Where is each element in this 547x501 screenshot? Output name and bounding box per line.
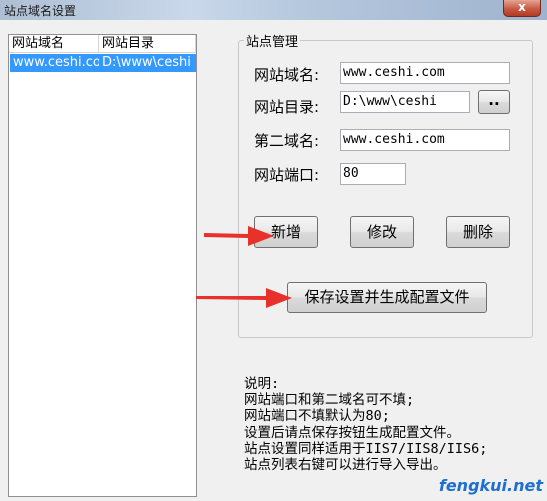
note-line: 站点列表右键可以进行导入导出。 xyxy=(244,457,447,474)
domain-label: 网站域名: xyxy=(254,66,320,84)
watermark: fengkui.net xyxy=(438,476,543,495)
row-domain: www.ceshi.co xyxy=(13,55,99,70)
dir-input[interactable]: D:\www\ceshi xyxy=(340,91,470,113)
group-title: 站点管理 xyxy=(244,31,301,50)
dir-label: 网站目录: xyxy=(254,98,320,116)
column-header-dir[interactable]: 网站目录 xyxy=(99,35,196,53)
site-list[interactable]: 网站域名 网站目录 www.ceshi.co D:\www\ceshi xyxy=(8,34,197,497)
note-line: 设置后请点保存按钮生成配置文件。 xyxy=(244,424,460,441)
delete-button[interactable]: 删除 xyxy=(446,216,510,248)
edit-button[interactable]: 修改 xyxy=(350,216,414,248)
arrow-icon xyxy=(204,226,274,246)
table-row[interactable]: www.ceshi.co D:\www\ceshi xyxy=(10,54,196,72)
column-header-domain[interactable]: 网站域名 xyxy=(9,35,99,53)
notes-text: 说明: 网站端口和第二域名可不填; 网站端口不填默认为80; 设置后请点保存按钮… xyxy=(244,376,487,473)
note-line: 站点设置同样适用于IIS7/IIS8/IIS6; xyxy=(244,440,488,457)
dialog-client: 网站域名 网站目录 www.ceshi.co D:\www\ceshi 站点管理… xyxy=(0,20,547,501)
arrow-icon xyxy=(196,288,292,308)
save-generate-button[interactable]: 保存设置并生成配置文件 xyxy=(287,282,487,313)
port-input[interactable]: 80 xyxy=(340,163,406,185)
note-line: 网站端口和第二域名可不填; xyxy=(244,392,415,409)
second-domain-label: 第二域名: xyxy=(254,132,320,150)
close-button[interactable]: x xyxy=(503,0,541,17)
close-icon: x xyxy=(518,0,526,14)
notes-title: 说明: xyxy=(244,376,280,392)
window-title: 站点域名设置 xyxy=(4,4,77,18)
title-bar: 站点域名设置 x xyxy=(0,0,547,20)
port-label: 网站端口: xyxy=(254,166,320,184)
second-domain-input[interactable]: www.ceshi.com xyxy=(340,129,510,151)
site-list-header: 网站域名 网站目录 xyxy=(9,35,196,53)
row-dir: D:\www\ceshi xyxy=(102,55,191,70)
note-line: 网站端口不填默认为80; xyxy=(244,408,390,425)
browse-button[interactable]: .. xyxy=(478,90,510,114)
domain-input[interactable]: www.ceshi.com xyxy=(340,62,510,84)
